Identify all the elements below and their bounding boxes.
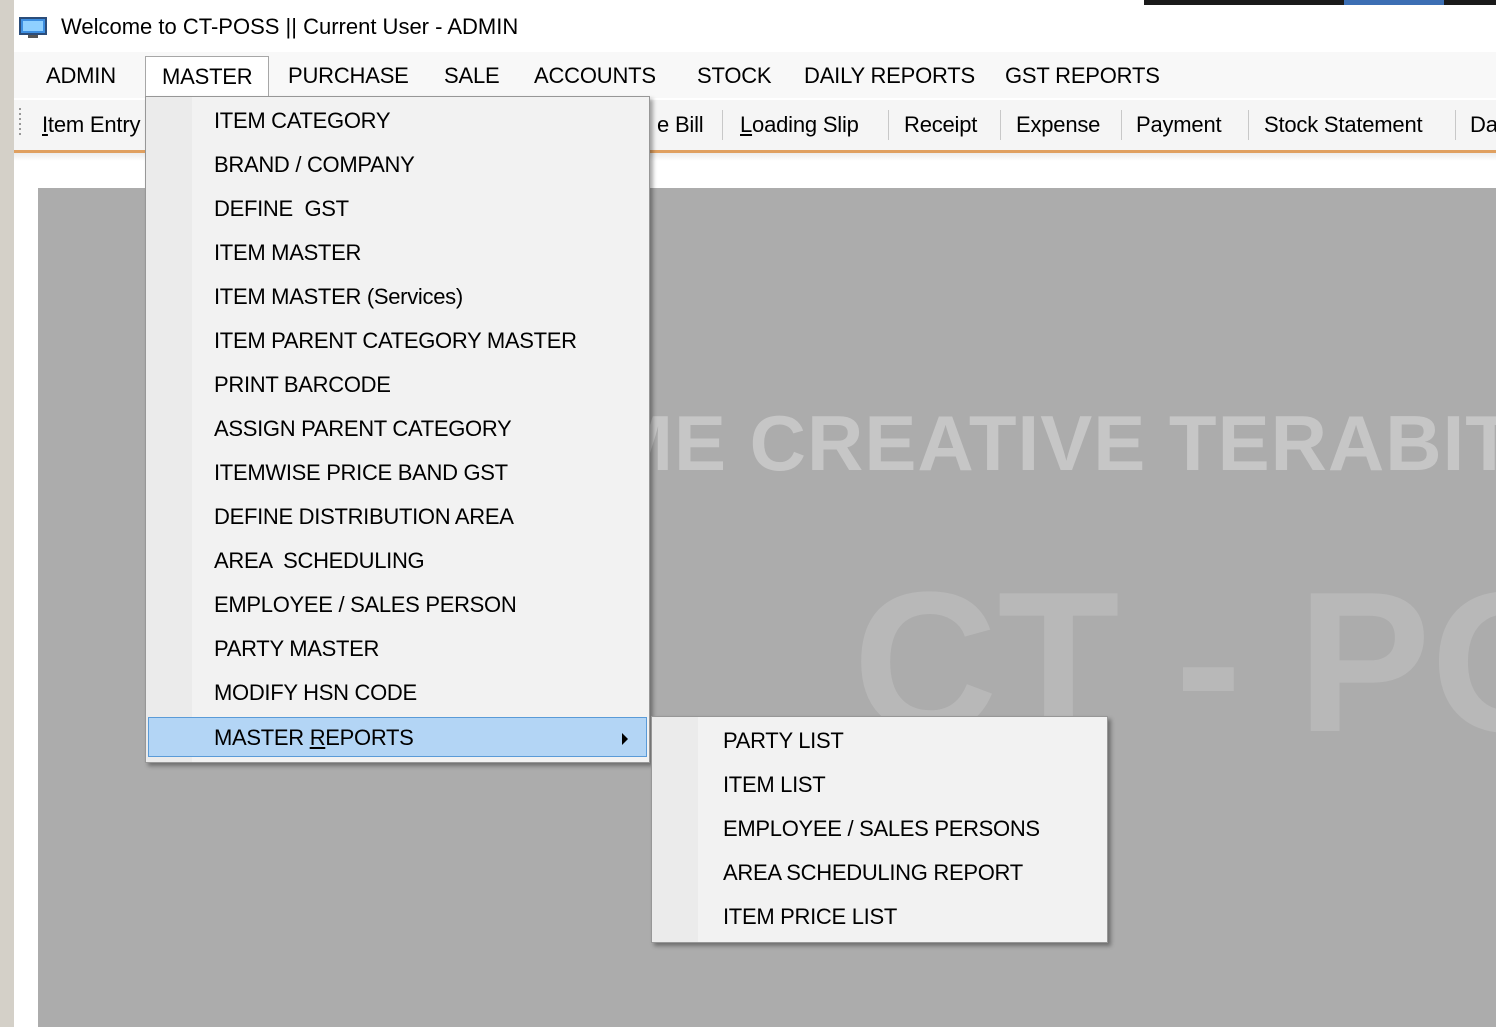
toolbar-separator — [1455, 110, 1456, 140]
toolbar-bill[interactable]: e Bill — [657, 110, 704, 140]
menu-item-item-master-services[interactable]: ITEM MASTER (Services) — [148, 277, 647, 317]
menu-item-label: ASSIGN PARENT CATEGORY — [214, 416, 512, 441]
toolbar-separator — [1248, 110, 1249, 140]
toolbar-loading-slip-rest: oading Slip — [752, 112, 859, 137]
toolbar-loading-slip-mnemonic: L — [740, 112, 753, 137]
submenu-item-label: AREA SCHEDULING REPORT — [723, 860, 1023, 885]
menu-item-label-rest: EPORTS — [325, 725, 414, 750]
menu-item-party-master[interactable]: PARTY MASTER — [148, 629, 647, 669]
menu-gst-reports[interactable]: GST REPORTS — [989, 56, 1176, 96]
menu-item-print-barcode[interactable]: PRINT BARCODE — [148, 365, 647, 405]
menu-purchase[interactable]: PURCHASE — [272, 56, 425, 96]
menu-item-itemwise-price-band-gst[interactable]: ITEMWISE PRICE BAND GST — [148, 453, 647, 493]
toolbar-separator — [1000, 110, 1001, 140]
menu-item-label: PARTY MASTER — [214, 636, 380, 661]
menu-item-define-distribution-area[interactable]: DEFINE DISTRIBUTION AREA — [148, 497, 647, 537]
menu-accounts[interactable]: ACCOUNTS — [518, 56, 672, 96]
toolbar-item-entry[interactable]: Item Entry — [42, 110, 140, 140]
menu-item-label: MASTER REPORTS — [214, 718, 414, 758]
menu-item-label: EMPLOYEE / SALES PERSON — [214, 592, 517, 617]
submenu-item-employee-sales-persons[interactable]: EMPLOYEE / SALES PERSONS — [654, 809, 1105, 849]
toolbar-separator — [888, 110, 889, 140]
app-window: Welcome to CT-POSS || Current User - ADM… — [14, 0, 1496, 1027]
submenu-arrow-icon — [622, 733, 628, 745]
menu-item-item-category[interactable]: ITEM CATEGORY — [148, 101, 647, 141]
menu-item-label: ITEMWISE PRICE BAND GST — [214, 460, 508, 485]
window-title: Welcome to CT-POSS || Current User - ADM… — [61, 14, 519, 39]
toolbar-item-entry-rest: tem Entry — [47, 112, 141, 137]
menu-item-label: AREA SCHEDULING — [214, 548, 425, 573]
menu-item-label: ITEM MASTER — [214, 240, 362, 265]
submenu-item-label: ITEM PRICE LIST — [723, 904, 897, 929]
submenu-item-party-list[interactable]: PARTY LIST — [654, 721, 1105, 761]
menu-item-define-gst[interactable]: DEFINE GST — [148, 189, 647, 229]
menu-item-brand-company[interactable]: BRAND / COMPANY — [148, 145, 647, 185]
toolbar-loading-slip[interactable]: Loading Slip — [740, 110, 859, 140]
submenu-item-item-price-list[interactable]: ITEM PRICE LIST — [654, 897, 1105, 937]
submenu-item-item-list[interactable]: ITEM LIST — [654, 765, 1105, 805]
menu-item-label: ITEM CATEGORY — [214, 108, 391, 133]
toolbar-expense[interactable]: Expense — [1016, 110, 1100, 140]
master-dropdown-menu: ITEM CATEGORY BRAND / COMPANY DEFINE GST… — [145, 96, 650, 763]
toolbar-grip[interactable] — [19, 108, 21, 138]
menu-item-modify-hsn-code[interactable]: MODIFY HSN CODE — [148, 673, 647, 713]
menu-item-label: DEFINE GST — [214, 196, 349, 221]
monitor-icon — [19, 17, 47, 38]
menu-item-label: ITEM PARENT CATEGORY MASTER — [214, 328, 577, 353]
menu-bar: ADMIN MASTER PURCHASE SALE ACCOUNTS STOC… — [14, 52, 1496, 101]
menu-item-master-reports[interactable]: MASTER REPORTS — [148, 717, 647, 757]
menu-item-area-scheduling[interactable]: AREA SCHEDULING — [148, 541, 647, 581]
menu-item-assign-parent-category[interactable]: ASSIGN PARENT CATEGORY — [148, 409, 647, 449]
submenu-item-label: EMPLOYEE / SALES PERSONS — [723, 816, 1040, 841]
menu-daily-reports[interactable]: DAILY REPORTS — [788, 56, 991, 96]
submenu-item-label: ITEM LIST — [723, 772, 826, 797]
toolbar-stock-statement[interactable]: Stock Statement — [1264, 110, 1423, 140]
toolbar-payment[interactable]: Payment — [1136, 110, 1222, 140]
toolbar-separator — [722, 110, 723, 140]
menu-sale[interactable]: SALE — [428, 56, 515, 96]
background-window-strip — [1144, 0, 1496, 5]
menu-item-label: PRINT BARCODE — [214, 372, 391, 397]
menu-master[interactable]: MASTER — [145, 56, 270, 101]
submenu-item-area-scheduling-report[interactable]: AREA SCHEDULING REPORT — [654, 853, 1105, 893]
menu-item-label-mnemonic: R — [309, 725, 326, 750]
toolbar-da[interactable]: Da — [1470, 110, 1496, 140]
menu-item-label: ITEM MASTER (Services) — [214, 284, 463, 309]
menu-item-label-pre: MASTER — [214, 725, 310, 750]
toolbar-separator — [1121, 110, 1122, 140]
menu-item-label: DEFINE DISTRIBUTION AREA — [214, 504, 514, 529]
menu-item-item-master[interactable]: ITEM MASTER — [148, 233, 647, 273]
menu-admin[interactable]: ADMIN — [30, 56, 132, 96]
menu-item-label: MODIFY HSN CODE — [214, 680, 417, 705]
toolbar-receipt[interactable]: Receipt — [904, 110, 977, 140]
watermark-company: ME CREATIVE TERABITE — [608, 399, 1496, 487]
menu-item-item-parent-category-master[interactable]: ITEM PARENT CATEGORY MASTER — [148, 321, 647, 361]
menu-item-employee-sales-person[interactable]: EMPLOYEE / SALES PERSON — [148, 585, 647, 625]
master-reports-submenu: PARTY LIST ITEM LIST EMPLOYEE / SALES PE… — [651, 716, 1108, 943]
menu-item-label: BRAND / COMPANY — [214, 152, 415, 177]
menu-stock[interactable]: STOCK — [681, 56, 787, 96]
submenu-item-label: PARTY LIST — [723, 728, 844, 753]
